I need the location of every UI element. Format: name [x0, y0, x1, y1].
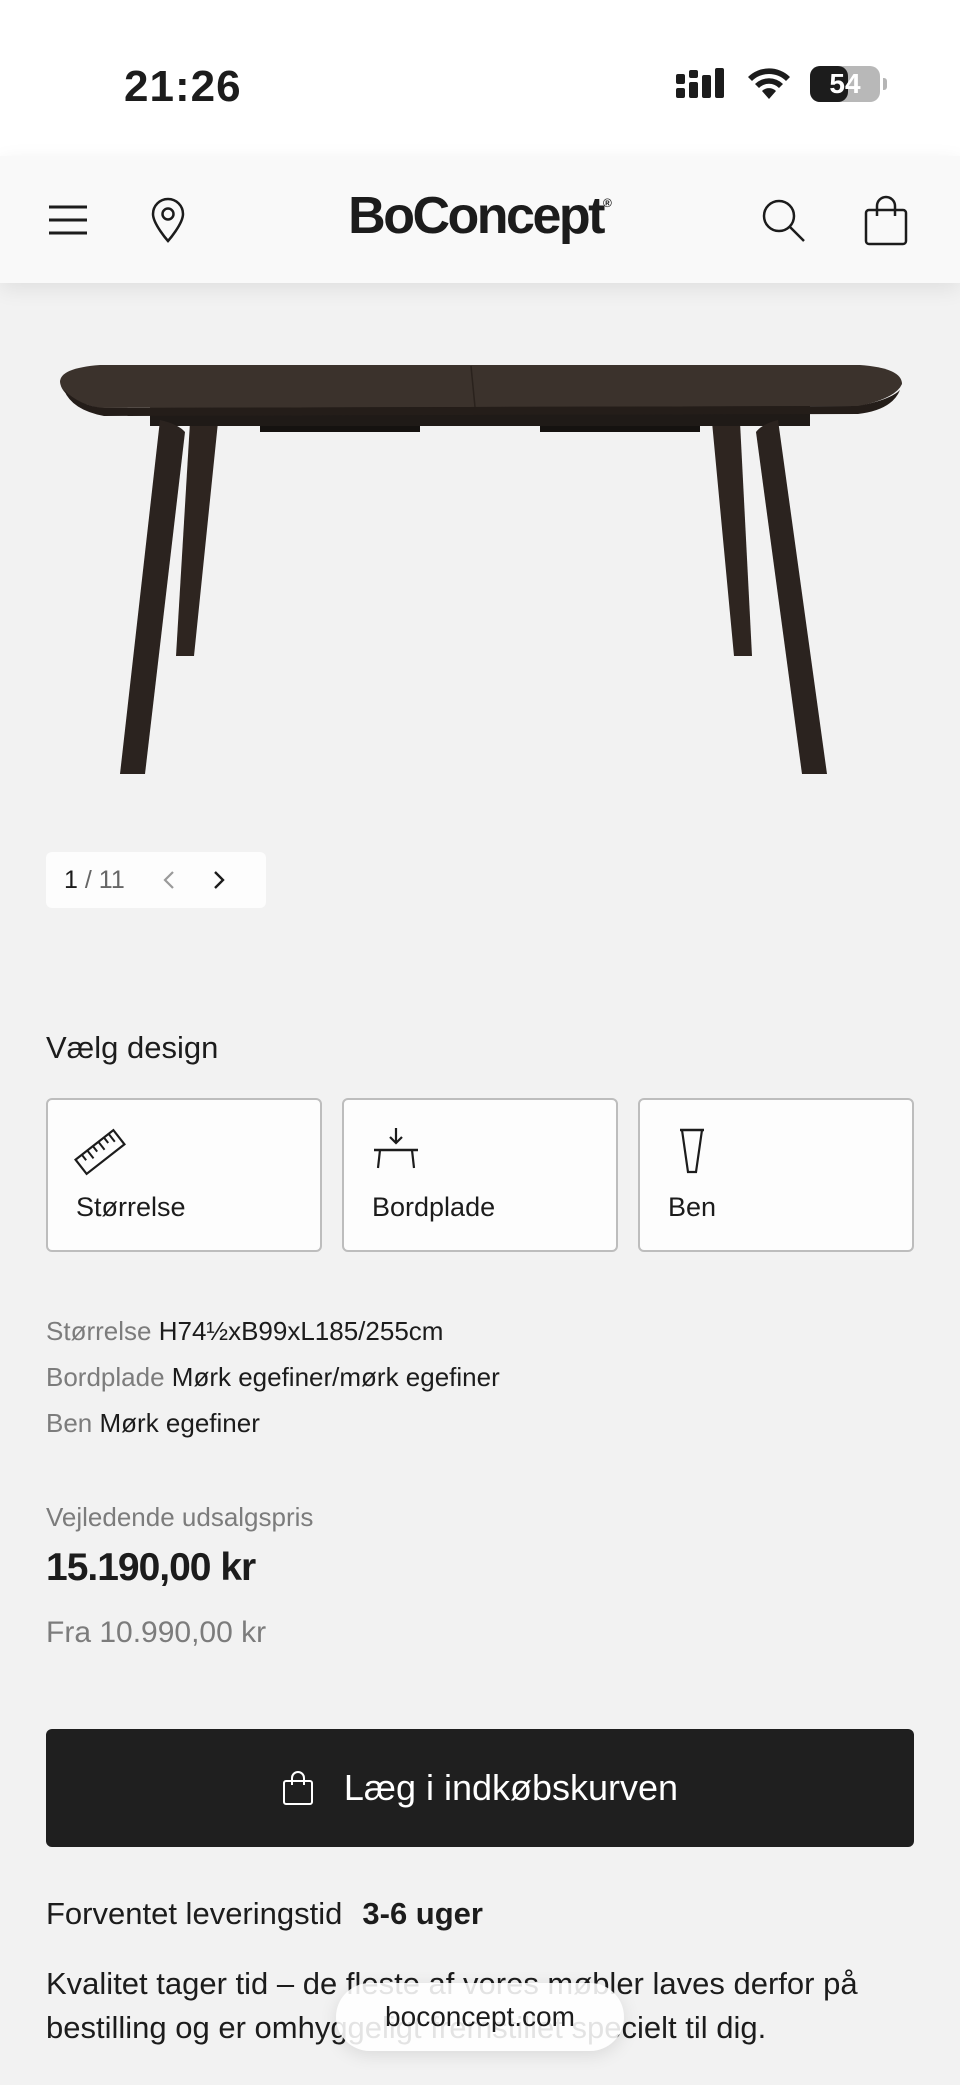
spec-value: Mørk egefiner — [99, 1408, 260, 1438]
add-to-cart-label: Læg i indkøbskurven — [343, 1767, 679, 1808]
gallery-counter: 1 / 11 — [64, 866, 125, 895]
price: 15.190,00 kr — [46, 1546, 256, 1589]
brand-logo[interactable]: BoConcept® — [0, 186, 960, 246]
option-legs-button[interactable]: Ben — [638, 1098, 914, 1252]
battery-indicator: 54 — [810, 66, 887, 102]
delivery-info: Forventet leveringstid 3-6 uger — [46, 1896, 483, 1932]
price-from: Fra 10.990,00 kr — [46, 1616, 267, 1649]
shopping-bag-icon — [282, 1771, 313, 1805]
delivery-value: 3-6 uger — [362, 1896, 483, 1931]
spec-key: Ben — [46, 1408, 93, 1438]
delivery-label: Forventet leveringstid — [46, 1896, 343, 1931]
site-header: BoConcept® — [0, 156, 960, 283]
status-bar: 21:26 54 — [0, 0, 960, 156]
spec-key: Størrelse — [46, 1316, 152, 1346]
chevron-left-icon — [163, 871, 174, 889]
option-size-label: Størrelse — [76, 1192, 186, 1222]
spec-row: Bordplade Mørk egefiner/mørk egefiner — [46, 1354, 500, 1400]
spec-row: Ben Mørk egefiner — [46, 1400, 500, 1446]
design-options: Størrelse Bordplade Ben — [46, 1098, 914, 1252]
price-label: Vejledende udsalgspris — [46, 1502, 314, 1532]
ruler-icon — [74, 1128, 126, 1176]
browser-url: boconcept.com — [385, 2001, 575, 2032]
search-icon[interactable] — [755, 192, 811, 248]
chevron-right-icon — [213, 871, 225, 889]
design-section-title: Vælg design — [46, 1030, 219, 1065]
option-legs-label: Ben — [668, 1192, 717, 1222]
tabletop-icon — [374, 1128, 418, 1169]
cellular-signal-icon — [676, 68, 724, 98]
battery-level: 54 — [829, 68, 861, 99]
spec-value: H74½xB99xL185/255cm — [158, 1316, 444, 1346]
option-tabletop-button[interactable]: Bordplade — [342, 1098, 618, 1252]
table-leg-icon — [680, 1128, 704, 1174]
product-image[interactable] — [40, 340, 920, 780]
wifi-icon — [748, 68, 790, 99]
next-image-button[interactable] — [199, 860, 239, 900]
spec-key: Bordplade — [46, 1362, 165, 1392]
shopping-bag-icon[interactable] — [858, 192, 914, 248]
browser-url-bar[interactable]: boconcept.com — [336, 1983, 624, 2051]
status-icons: 54 — [676, 66, 887, 102]
option-size-button[interactable]: Størrelse — [46, 1098, 322, 1252]
product-specs: Størrelse H74½xB99xL185/255cm Bordplade … — [46, 1308, 500, 1446]
gallery-separator: / — [84, 865, 92, 894]
gallery-pager: 1 / 11 — [46, 852, 266, 908]
spec-row: Størrelse H74½xB99xL185/255cm — [46, 1308, 500, 1354]
dining-table-image — [60, 365, 902, 774]
gallery-current: 1 — [64, 865, 78, 894]
brand-name: BoConcept — [348, 187, 605, 245]
option-tabletop-label: Bordplade — [372, 1192, 496, 1222]
spec-value: Mørk egefiner/mørk egefiner — [171, 1362, 500, 1392]
status-time: 21:26 — [124, 62, 242, 111]
previous-image-button[interactable] — [149, 860, 189, 900]
add-to-cart-button[interactable]: Læg i indkøbskurven — [46, 1729, 914, 1847]
gallery-total: 11 — [98, 865, 125, 894]
